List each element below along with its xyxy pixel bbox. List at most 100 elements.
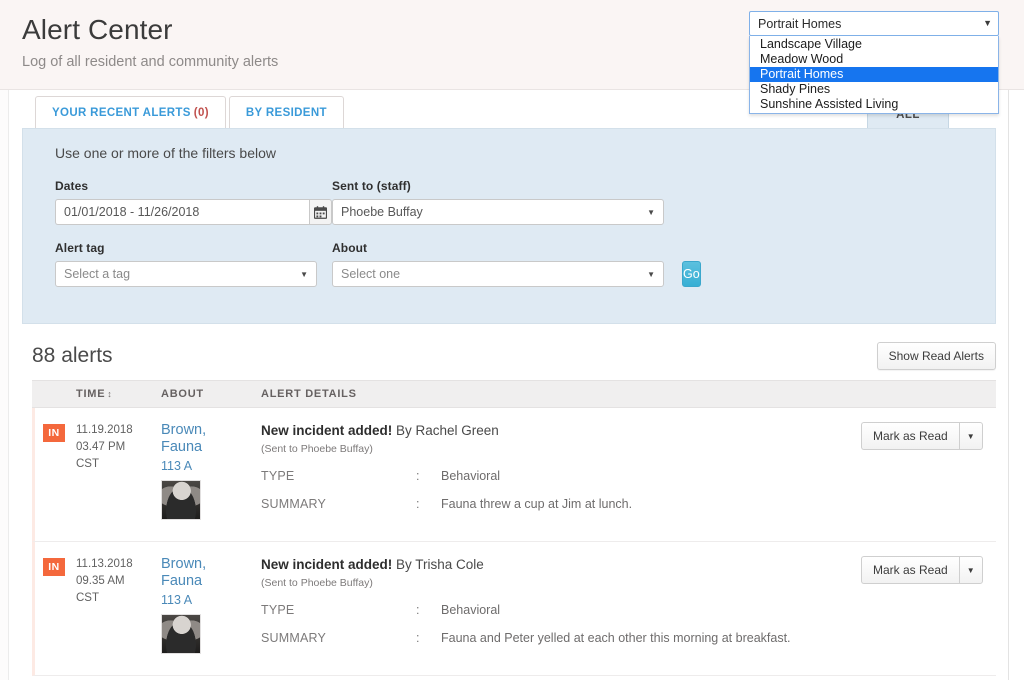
alert-title: New incident added! By Rachel Green: [261, 422, 849, 440]
alert-field-summary-key: SUMMARY: [261, 497, 327, 511]
resident-room: 113 A: [161, 459, 193, 473]
alert-field-type-value: Behavioral: [441, 469, 501, 483]
resident-link[interactable]: Brown, Fauna: [161, 422, 261, 456]
mark-as-read-split-button[interactable]: Mark as Read ▼: [861, 422, 992, 450]
show-read-alerts-button[interactable]: Show Read Alerts: [876, 342, 996, 370]
row-date: 11.13.2018: [76, 558, 133, 570]
alert-count: 88 alerts: [32, 344, 113, 367]
tab-by-resident-label: BY RESIDENT: [245, 106, 327, 119]
tab-your-recent-alerts-label: YOUR RECENT ALERTS: [52, 106, 191, 119]
avatar: [161, 480, 201, 520]
chevron-down-icon[interactable]: ▼: [958, 556, 983, 584]
row-timezone: CST: [76, 458, 99, 470]
community-option-portrait-homes[interactable]: Portrait Homes: [750, 67, 998, 82]
community-option-list[interactable]: Landscape Village Meadow Wood Portrait H…: [749, 36, 999, 114]
community-option-sunshine-assisted-living[interactable]: Sunshine Assisted Living: [750, 97, 998, 112]
about-value: Select one: [341, 267, 401, 281]
alert-field-summary-value: Fauna and Peter yelled at each other thi…: [441, 631, 791, 645]
alert-sent-to: (Sent to Phoebe Buffay): [261, 443, 373, 455]
alert-field-summary-value: Fauna threw a cup at Jim at lunch.: [441, 497, 633, 511]
community-selector[interactable]: Portrait Homes ▼ Landscape Village Meado…: [749, 11, 999, 114]
chevron-down-icon: ▼: [647, 269, 655, 279]
mark-as-read-button[interactable]: Mark as Read: [861, 422, 959, 450]
filter-row-2: Alert tag Select a tag ▼ About Select on…: [55, 241, 995, 287]
filter-about-label: About: [332, 241, 368, 255]
community-option-shady-pines[interactable]: Shady Pines: [750, 82, 998, 97]
filter-alert-tag: Alert tag Select a tag ▼: [55, 241, 332, 287]
alert-title-bold: New incident added!: [261, 557, 393, 572]
filter-hint: Use one or more of the filters below: [55, 145, 276, 161]
alert-field-type-sep: :: [416, 469, 420, 483]
filter-sent-to: Sent to (staff) Phoebe Buffay ▼: [332, 179, 690, 225]
page-body: YOUR RECENT ALERTS (0) BY RESIDENT ALL U…: [0, 90, 1024, 680]
alert-field-type: TYPE : Behavioral: [261, 603, 849, 617]
row-action-cell: Mark as Read ▼: [861, 556, 996, 659]
alerts-table: TIME ↕ ABOUT ALERT DETAILS IN 11.19.2018 …: [32, 380, 996, 676]
filter-sent-to-label: Sent to (staff): [332, 179, 411, 193]
go-button[interactable]: Go: [682, 261, 701, 287]
tab-by-resident[interactable]: BY RESIDENT: [228, 96, 344, 128]
status-badge: IN: [43, 558, 65, 576]
alert-field-summary-sep: :: [416, 631, 420, 645]
resident-first-name: Fauna: [161, 573, 203, 589]
filter-dates-label: Dates: [55, 179, 89, 193]
column-about: ABOUT: [161, 388, 204, 400]
filter-about: About Select one ▼ Go: [332, 241, 701, 287]
sort-icon: ↕: [107, 389, 113, 399]
table-header: TIME ↕ ABOUT ALERT DETAILS: [32, 380, 996, 408]
community-option-landscape-village[interactable]: Landscape Village: [750, 37, 998, 52]
resident-last-name: Brown,: [161, 422, 207, 438]
filter-alert-tag-label: Alert tag: [55, 241, 105, 255]
row-details-cell: New incident added! By Rachel Green (Sen…: [261, 422, 861, 525]
alert-title-author: By Rachel Green: [392, 423, 499, 438]
sent-to-select[interactable]: Phoebe Buffay ▼: [332, 199, 664, 225]
alert-field-summary-key: SUMMARY: [261, 631, 327, 645]
alert-title-author: By Trisha Cole: [392, 557, 484, 572]
row-action-cell: Mark as Read ▼: [861, 422, 996, 525]
mark-as-read-button[interactable]: Mark as Read: [861, 556, 959, 584]
row-about-cell: Brown, Fauna 113 A: [161, 556, 261, 659]
about-select[interactable]: Select one ▼: [332, 261, 664, 287]
date-range-value: 01/01/2018 - 11/26/2018: [64, 205, 200, 219]
alert-count-row: 88 alerts Show Read Alerts: [32, 342, 996, 370]
row-time-cell: 11.19.2018 03.47 PM CST: [76, 422, 161, 525]
community-select-box[interactable]: Portrait Homes ▼: [749, 11, 999, 36]
chevron-down-icon[interactable]: ▼: [958, 422, 983, 450]
column-alert-details: ALERT DETAILS: [261, 388, 357, 400]
mark-as-read-split-button[interactable]: Mark as Read ▼: [861, 556, 992, 584]
right-rail: [1008, 90, 1024, 680]
date-range-input[interactable]: 01/01/2018 - 11/26/2018: [55, 199, 309, 225]
row-details-cell: New incident added! By Trisha Cole (Sent…: [261, 556, 861, 659]
row-badge-cell: IN: [35, 422, 76, 525]
table-row[interactable]: IN 11.19.2018 03.47 PM CST Brown, Fauna …: [32, 408, 996, 542]
column-time[interactable]: TIME ↕: [76, 388, 161, 400]
filter-row-1: Dates 01/01/2018 - 11/26/2018 Sent to (s…: [55, 179, 995, 225]
sent-to-value: Phoebe Buffay: [341, 205, 423, 219]
chevron-down-icon: ▼: [983, 18, 992, 28]
row-time: 03.47 PM: [76, 441, 126, 453]
row-about-cell: Brown, Fauna 113 A: [161, 422, 261, 525]
calendar-icon[interactable]: [308, 199, 332, 225]
alert-field-type-key: TYPE: [261, 603, 295, 617]
alert-tag-value: Select a tag: [64, 267, 131, 281]
alert-field-summary: SUMMARY : Fauna threw a cup at Jim at lu…: [261, 497, 849, 511]
filter-dates: Dates 01/01/2018 - 11/26/2018: [55, 179, 332, 225]
resident-link[interactable]: Brown, Fauna: [161, 556, 261, 590]
alert-field-summary: SUMMARY : Fauna and Peter yelled at each…: [261, 631, 849, 645]
alert-field-type-sep: :: [416, 603, 420, 617]
alert-field-type-key: TYPE: [261, 469, 295, 483]
community-option-meadow-wood[interactable]: Meadow Wood: [750, 52, 998, 67]
alert-tag-select[interactable]: Select a tag ▼: [55, 261, 317, 287]
tab-your-recent-alerts[interactable]: YOUR RECENT ALERTS (0): [35, 96, 226, 128]
alert-title-bold: New incident added!: [261, 423, 393, 438]
row-date: 11.19.2018: [76, 424, 133, 436]
alert-sent-to: (Sent to Phoebe Buffay): [261, 577, 373, 589]
status-badge: IN: [43, 424, 65, 442]
left-rail: [0, 90, 9, 680]
date-range-group[interactable]: 01/01/2018 - 11/26/2018: [55, 199, 332, 225]
chevron-down-icon: ▼: [647, 207, 655, 217]
alert-field-type-value: Behavioral: [441, 603, 501, 617]
table-row[interactable]: IN 11.13.2018 09.35 AM CST Brown, Fauna …: [32, 542, 996, 676]
row-badge-cell: IN: [35, 556, 76, 659]
row-time-cell: 11.13.2018 09.35 AM CST: [76, 556, 161, 659]
